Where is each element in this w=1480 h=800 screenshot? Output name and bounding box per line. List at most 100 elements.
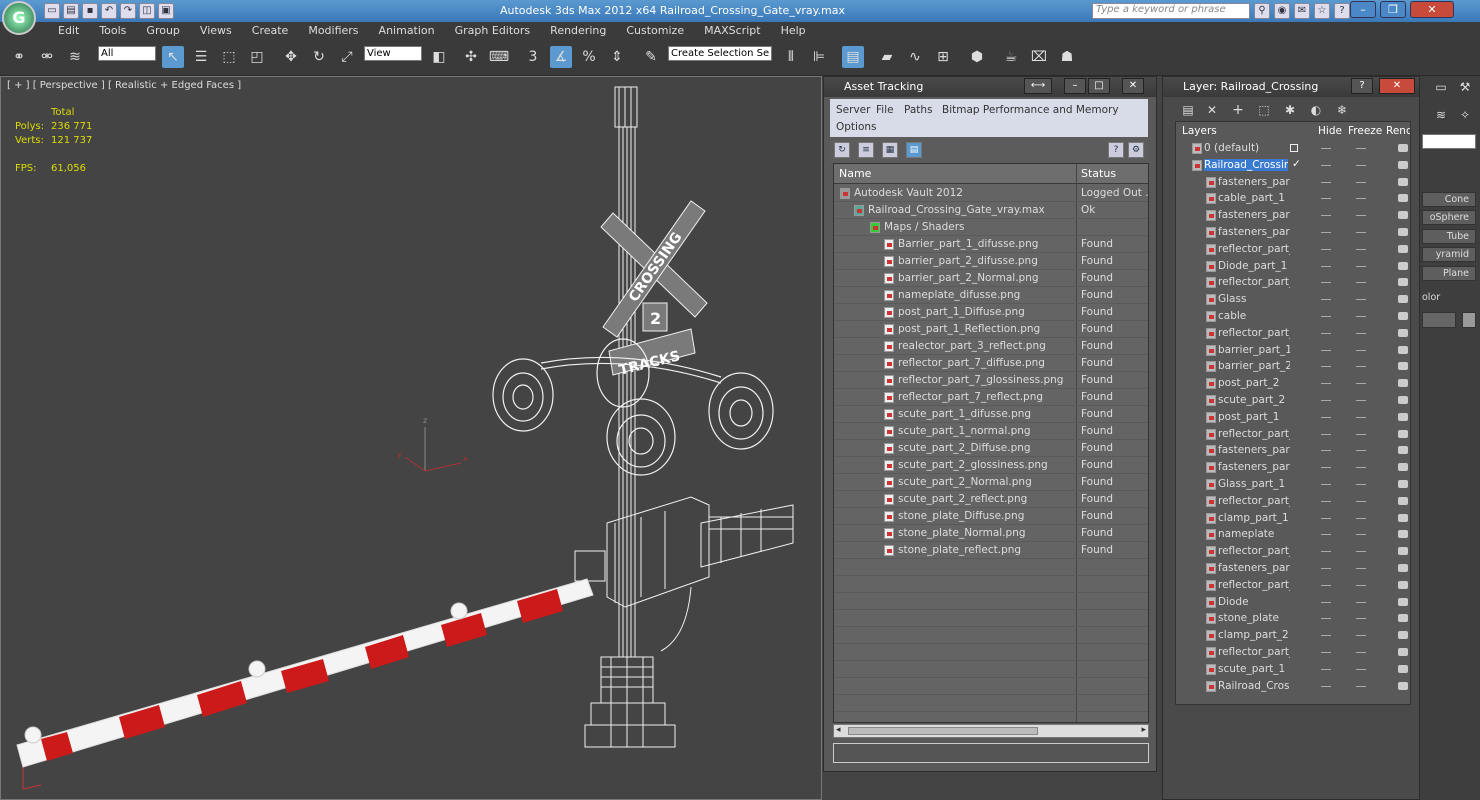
render-teapot-icon[interactable] — [1398, 228, 1408, 236]
render-teapot-icon[interactable] — [1398, 244, 1408, 253]
asset-row[interactable]: stone_plate_reflect.png Found — [834, 542, 1148, 559]
reference-coordinate-dropdown[interactable]: View — [364, 46, 422, 61]
render-teapot-icon[interactable] — [1398, 480, 1408, 488]
render-teapot-icon[interactable] — [1398, 648, 1408, 656]
table-view-icon[interactable]: ▤ — [906, 142, 922, 158]
help-icon[interactable]: ? — [1108, 142, 1124, 158]
scroll-thumb[interactable] — [848, 727, 1038, 735]
freeze-toggle[interactable] — [1356, 652, 1366, 653]
hide-toggle[interactable] — [1321, 484, 1331, 485]
set-current-box-icon[interactable] — [1290, 144, 1298, 152]
freeze-toggle[interactable] — [1356, 148, 1366, 149]
render-teapot-icon[interactable] — [1398, 379, 1408, 388]
create-plane-button[interactable]: Plane — [1422, 266, 1476, 281]
hide-toggle[interactable] — [1321, 332, 1331, 334]
hide-toggle[interactable] — [1321, 316, 1331, 317]
redo-icon[interactable]: ↷ — [120, 3, 136, 19]
new-file-icon[interactable]: ▭ — [44, 3, 60, 19]
object-color-swatch[interactable] — [1462, 312, 1476, 328]
freeze-toggle[interactable] — [1356, 584, 1366, 586]
object-type-dropdown[interactable] — [1422, 134, 1476, 149]
favorites-icon[interactable]: ☆ — [1314, 3, 1330, 19]
render-teapot-icon[interactable] — [1398, 446, 1408, 455]
percent-snap-icon[interactable]: % — [578, 46, 600, 68]
layer-row[interactable]: clamp_part_2 — [1176, 627, 1410, 644]
layer-row[interactable]: post_part_2 — [1176, 375, 1410, 392]
asset-row[interactable]: scute_part_1_normal.png Found — [834, 423, 1148, 440]
hide-all-layers-icon[interactable]: ◐ — [1307, 101, 1325, 119]
freeze-toggle[interactable] — [1356, 551, 1366, 553]
asset-row[interactable]: Maps / Shaders — [834, 219, 1148, 236]
render-teapot-icon[interactable] — [1398, 513, 1408, 522]
freeze-toggle[interactable] — [1356, 568, 1366, 569]
hide-toggle[interactable] — [1321, 517, 1331, 519]
shapes-category-icon[interactable]: ✧ — [1456, 106, 1474, 124]
delete-layer-icon[interactable]: ✕ — [1203, 101, 1221, 119]
layer-row[interactable]: Railroad_Crossing ✓ — [1176, 157, 1410, 174]
at-menu-bitmap-performance[interactable]: Bitmap Performance and Memory — [942, 104, 1119, 116]
hide-toggle[interactable] — [1321, 601, 1331, 603]
settings-icon[interactable]: ⚙ — [1128, 142, 1144, 158]
hide-toggle[interactable] — [1321, 685, 1331, 687]
render-teapot-icon[interactable] — [1398, 681, 1408, 690]
freeze-toggle[interactable] — [1356, 668, 1366, 670]
render-teapot-icon[interactable] — [1398, 261, 1408, 270]
freeze-toggle[interactable] — [1356, 299, 1366, 301]
freeze-toggle[interactable] — [1356, 400, 1366, 401]
render-setup-icon[interactable]: ☕ — [1000, 46, 1022, 68]
hide-toggle[interactable] — [1321, 148, 1331, 149]
scroll-left-arrow[interactable]: ◂ — [836, 725, 841, 735]
at-menu-paths[interactable]: Paths — [904, 104, 933, 116]
maximize-button[interactable]: ❐ — [1380, 1, 1406, 18]
hide-toggle[interactable] — [1321, 400, 1331, 401]
app-logo-icon[interactable]: G — [2, 1, 36, 35]
render-teapot-icon[interactable] — [1398, 295, 1408, 304]
freeze-toggle[interactable] — [1356, 618, 1366, 620]
spinner-snap-icon[interactable]: ⇕ — [606, 46, 628, 68]
freeze-toggle[interactable] — [1356, 181, 1366, 183]
render-teapot-icon[interactable] — [1398, 312, 1408, 320]
layer-row[interactable]: stone_plate — [1176, 610, 1410, 627]
asset-tracking-dock-button[interactable]: ⟷ — [1024, 78, 1052, 94]
scroll-right-arrow[interactable]: ▸ — [1141, 725, 1146, 735]
at-menu-file[interactable]: File — [876, 104, 894, 116]
hide-toggle[interactable] — [1321, 248, 1331, 250]
create-pyramid-button[interactable]: yramid — [1422, 247, 1476, 262]
menu-customize[interactable]: Customize — [616, 22, 694, 40]
hide-toggle[interactable] — [1321, 215, 1331, 217]
render-teapot-icon[interactable] — [1398, 564, 1408, 572]
hide-toggle[interactable] — [1321, 584, 1331, 586]
col-render-header[interactable]: Rende — [1386, 125, 1410, 137]
layer-row[interactable]: post_part_1 — [1176, 409, 1410, 426]
hide-toggle[interactable] — [1321, 618, 1331, 620]
layer-row[interactable]: fasteners_part_ — [1176, 207, 1410, 224]
select-object-icon[interactable]: ↖ — [162, 46, 184, 68]
hide-toggle[interactable] — [1321, 652, 1331, 653]
scale-icon[interactable]: ⤢ — [336, 46, 358, 68]
freeze-toggle[interactable] — [1356, 383, 1366, 385]
hide-toggle[interactable] — [1321, 534, 1331, 536]
select-layer-objects-icon[interactable]: ⬚ — [1255, 101, 1273, 119]
hide-toggle[interactable] — [1321, 198, 1331, 200]
layer-row[interactable]: fasteners_part_ — [1176, 459, 1410, 476]
at-menu-options[interactable]: Options — [836, 121, 877, 133]
curve-editor-icon[interactable]: ∿ — [904, 46, 926, 68]
menu-animation[interactable]: Animation — [369, 22, 445, 40]
render-production-icon[interactable]: ☗ — [1056, 46, 1078, 68]
freeze-toggle[interactable] — [1356, 366, 1366, 368]
asset-row[interactable]: reflector_part_7_diffuse.png Found — [834, 355, 1148, 372]
menu-views[interactable]: Views — [190, 22, 242, 40]
freeze-toggle[interactable] — [1356, 484, 1366, 485]
render-teapot-icon[interactable] — [1398, 345, 1408, 354]
layer-row[interactable]: Glass — [1176, 291, 1410, 308]
layer-row[interactable]: reflector_part_1 — [1176, 274, 1410, 291]
menu-modifiers[interactable]: Modifiers — [298, 22, 368, 40]
mirror-icon[interactable]: ⫴ — [780, 46, 802, 68]
close-button[interactable]: ✕ — [1410, 1, 1454, 18]
menu-maxscript[interactable]: MAXScript — [694, 22, 770, 40]
menu-tools[interactable]: Tools — [89, 22, 136, 40]
hide-toggle[interactable] — [1321, 467, 1331, 469]
freeze-toggle[interactable] — [1356, 601, 1366, 603]
freeze-toggle[interactable] — [1356, 198, 1366, 200]
render-teapot-icon[interactable] — [1398, 429, 1408, 438]
